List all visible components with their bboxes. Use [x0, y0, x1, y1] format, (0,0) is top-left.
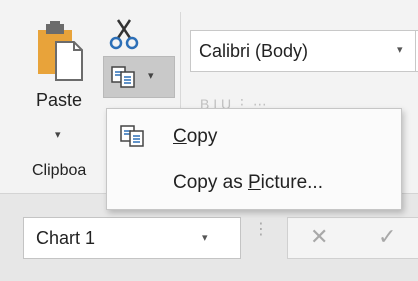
- excel-window: Paste ▾ ▾ Clipboa Calibri (Body) ▾ B I U…: [0, 0, 418, 281]
- formula-buttons: ✕ ✓: [287, 217, 418, 259]
- name-box[interactable]: Chart 1 ▾: [23, 217, 241, 259]
- copy-icon: [111, 66, 135, 88]
- menu-item-label: Copy as Picture...: [173, 172, 323, 193]
- close-icon[interactable]: ✕: [310, 224, 328, 250]
- paste-button[interactable]: Paste ▾: [28, 20, 98, 150]
- grip-icon[interactable]: ⋮: [253, 222, 269, 251]
- copy-icon: [120, 125, 144, 147]
- copy-dropdown-menu: Copy Copy as Picture...: [106, 108, 402, 210]
- font-name-combo[interactable]: Calibri (Body) ▾: [190, 30, 418, 72]
- chevron-down-icon[interactable]: ▾: [202, 231, 208, 244]
- check-icon[interactable]: ✓: [378, 224, 396, 250]
- paste-dropdown-icon[interactable]: ▾: [55, 128, 61, 141]
- clipboard-icon: [38, 21, 83, 81]
- clipboard-group-label: Clipboa: [32, 162, 87, 179]
- name-box-value: Chart 1: [36, 228, 96, 248]
- chevron-down-icon[interactable]: ▾: [397, 43, 403, 56]
- paste-label: Paste: [36, 90, 83, 110]
- menu-item-copy[interactable]: Copy: [107, 115, 401, 157]
- menu-item-label: Copy: [173, 126, 218, 147]
- copy-split-button[interactable]: ▾: [103, 56, 175, 98]
- font-name-value: Calibri (Body): [199, 41, 309, 61]
- scissors-icon[interactable]: [108, 18, 140, 50]
- chevron-down-icon[interactable]: ▾: [148, 69, 154, 82]
- menu-item-copy-as-picture[interactable]: Copy as Picture...: [107, 161, 401, 203]
- divider: [415, 31, 416, 71]
